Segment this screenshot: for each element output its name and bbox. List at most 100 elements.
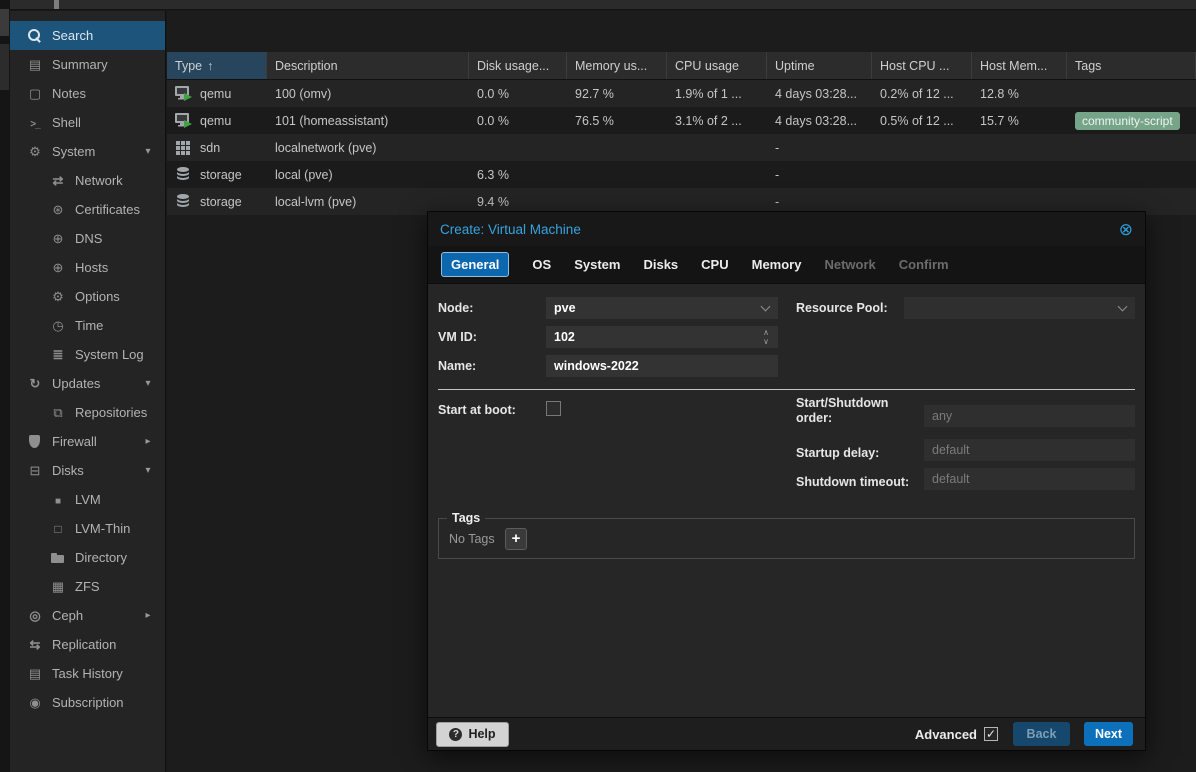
stepper-down-icon[interactable]: ∨ [760,339,772,345]
note-icon [27,86,43,102]
sidebar-item-subscription[interactable]: Subscription [10,688,165,717]
sdn-grid-icon [175,140,193,155]
column-header-memory-usage[interactable]: Memory us... [567,52,667,79]
add-tag-button[interactable]: + [505,528,527,550]
host-mem-cell [972,134,1067,161]
sort-ascending-icon: ↑ [207,59,213,73]
sidebar-item-network[interactable]: Network [10,166,165,195]
start-shutdown-order-label: Start/Shutdown order: [796,396,901,426]
sidebar-item-disks[interactable]: Disks [10,456,165,485]
column-header-label: Disk usage... [477,59,549,73]
vm-id-stepper[interactable] [546,326,778,348]
memory-usage-cell [567,134,667,161]
sidebar-item-label: LVM-Thin [75,521,130,536]
sidebar-item-lvm[interactable]: LVM [10,485,165,514]
tab-memory[interactable]: Memory [752,257,802,272]
close-icon[interactable] [1119,221,1133,238]
sidebar-item-summary[interactable]: Summary [10,50,165,79]
search-icon [27,28,43,44]
sidebar-item-replication[interactable]: Replication [10,630,165,659]
sidebar-item-directory[interactable]: Directory [10,543,165,572]
chevron-right-icon[interactable] [142,610,154,621]
type-cell: qemu [167,107,267,134]
stepper-up-icon[interactable]: ∧ [760,330,772,336]
table-row-vm-101[interactable]: qemu 101 (homeassistant) 0.0 % 76.5 % 3.… [167,107,1196,134]
disk-usage-cell: 6.3 % [469,161,567,188]
memory-usage-cell [567,161,667,188]
table-row-storage-local[interactable]: storage local (pve) 6.3 % - [167,161,1196,188]
sidebar-item-label: Ceph [52,608,83,623]
disk-usage-cell: 0.0 % [469,107,567,134]
dialog-tab-bar: General OS System Disks CPU Memory Netwo… [428,246,1145,284]
host-cpu-cell: 0.2% of 12 ... [872,80,972,107]
sidebar-item-search[interactable]: Search [10,21,165,50]
storage-database-icon [175,194,193,209]
column-header-host-mem[interactable]: Host Mem... [972,52,1067,79]
column-header-type[interactable]: Type ↑ [167,52,267,79]
sidebar-item-lvm-thin[interactable]: LVM-Thin [10,514,165,543]
task-list-icon [27,666,43,682]
type-cell: sdn [167,134,267,161]
start-at-boot-label: Start at boot: [438,403,516,417]
sidebar-item-options[interactable]: Options [10,282,165,311]
start-shutdown-order-field[interactable] [924,405,1135,427]
column-header-disk-usage[interactable]: Disk usage... [469,52,567,79]
tab-general[interactable]: General [441,252,509,277]
sidebar-item-task-history[interactable]: Task History [10,659,165,688]
column-header-label: Host CPU ... [880,59,949,73]
sidebar-item-updates[interactable]: Updates [10,369,165,398]
top-band [0,0,1196,10]
vm-running-icon [175,86,193,101]
subscription-icon [27,695,43,711]
sidebar-item-label: Notes [52,86,86,101]
tab-system[interactable]: System [574,257,620,272]
chevron-down-icon[interactable] [142,378,154,389]
back-button[interactable]: Back [1013,722,1070,746]
sidebar-item-time[interactable]: Time [10,311,165,340]
sidebar-item-label: Network [75,173,123,188]
sidebar-item-dns[interactable]: DNS [10,224,165,253]
column-header-label: Type [175,59,202,73]
shutdown-timeout-field[interactable] [924,468,1135,490]
sidebar-item-system[interactable]: System [10,137,165,166]
sidebar-item-label: ZFS [75,579,100,594]
node-select[interactable] [546,297,778,319]
chevron-down-icon[interactable] [142,465,154,476]
column-header-host-cpu[interactable]: Host CPU ... [872,52,972,79]
sidebar-item-zfs[interactable]: ZFS [10,572,165,601]
sidebar-item-notes[interactable]: Notes [10,79,165,108]
vm-running-icon [175,113,193,128]
column-header-cpu-usage[interactable]: CPU usage [667,52,767,79]
table-row-vm-100[interactable]: qemu 100 (omv) 0.0 % 92.7 % 1.9% of 1 ..… [167,80,1196,107]
sidebar-item-firewall[interactable]: Firewall [10,427,165,456]
sidebar-item-hosts[interactable]: Hosts [10,253,165,282]
help-button[interactable]: Help [436,722,509,747]
left-rail-block [0,44,9,90]
name-field[interactable] [546,355,778,377]
tags-cell [1067,134,1196,161]
resource-pool-select[interactable] [904,297,1135,319]
start-at-boot-checkbox[interactable] [546,401,561,416]
column-header-description[interactable]: Description [267,52,469,79]
chevron-right-icon[interactable] [142,436,154,447]
sidebar-item-repositories[interactable]: Repositories [10,398,165,427]
tab-disks[interactable]: Disks [643,257,678,272]
dialog-header[interactable]: Create: Virtual Machine [428,212,1145,246]
sidebar-item-ceph[interactable]: Ceph [10,601,165,630]
sidebar-item-system-log[interactable]: System Log [10,340,165,369]
tab-os[interactable]: OS [532,257,551,272]
tab-cpu[interactable]: CPU [701,257,728,272]
startup-delay-field[interactable] [924,439,1135,461]
table-row-sdn[interactable]: sdn localnetwork (pve) - [167,134,1196,161]
network-icon [50,173,66,189]
column-header-uptime[interactable]: Uptime [767,52,872,79]
advanced-checkbox[interactable] [984,727,998,741]
next-button[interactable]: Next [1084,722,1133,746]
sidebar-item-certificates[interactable]: Certificates [10,195,165,224]
cpu-usage-cell: 3.1% of 2 ... [667,107,767,134]
sidebar-item-label: Firewall [52,434,97,449]
dialog-body: Node: VM ID: ∧ ∨ Name: Resource Pool: St… [428,284,1145,717]
sidebar-item-shell[interactable]: Shell [10,108,165,137]
chevron-down-icon[interactable] [142,146,154,157]
column-header-tags[interactable]: Tags [1067,52,1196,79]
